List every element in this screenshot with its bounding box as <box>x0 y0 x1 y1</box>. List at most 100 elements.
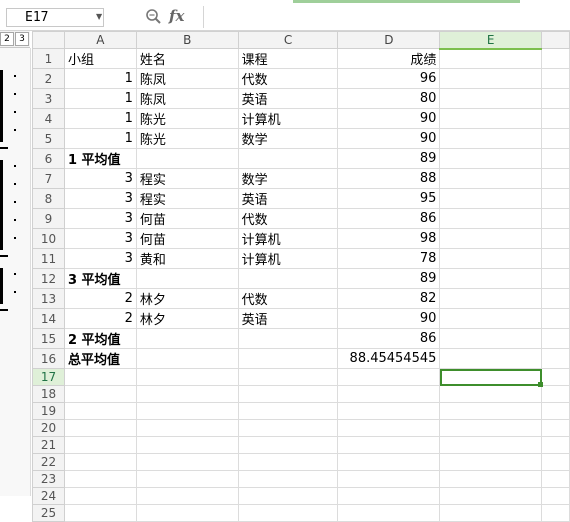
cell-a[interactable]: 2 平均值 <box>63 328 137 349</box>
row-header[interactable]: 6 <box>32 148 65 169</box>
row-header[interactable]: 18 <box>32 385 65 403</box>
cell-c[interactable] <box>237 268 339 289</box>
collapse-group-button[interactable] <box>0 255 8 257</box>
cell-c[interactable] <box>237 368 339 386</box>
cell-e[interactable] <box>439 168 543 189</box>
cell-f[interactable] <box>541 402 570 420</box>
cell-b[interactable] <box>135 504 239 522</box>
cell-a[interactable] <box>63 453 137 471</box>
cell-d[interactable]: 90 <box>337 108 441 129</box>
cell-b[interactable] <box>135 368 239 386</box>
cell-a[interactable]: 3 平均值 <box>63 268 137 289</box>
cell-d[interactable] <box>337 504 441 522</box>
cell-a[interactable] <box>63 385 137 403</box>
cell-b[interactable]: 程实 <box>135 188 239 209</box>
cell-b[interactable]: 林夕 <box>135 308 239 329</box>
cell-f[interactable] <box>541 148 570 169</box>
cell-c[interactable] <box>237 504 339 522</box>
cell-e[interactable] <box>439 453 543 471</box>
row-header[interactable]: 10 <box>32 228 65 249</box>
cell-e[interactable] <box>439 402 543 420</box>
cell-c[interactable]: 英语 <box>237 308 339 329</box>
cell-a[interactable] <box>63 436 137 454</box>
cell-f[interactable] <box>541 288 570 309</box>
cell-f[interactable] <box>541 419 570 437</box>
select-all-corner[interactable] <box>32 31 65 49</box>
cell-d[interactable] <box>337 419 441 437</box>
cell-f[interactable] <box>541 268 570 289</box>
cell-b[interactable]: 陈光 <box>135 128 239 149</box>
cell-c[interactable] <box>237 328 339 349</box>
cell-b[interactable] <box>135 436 239 454</box>
cell-e[interactable] <box>439 470 543 488</box>
cell-f[interactable] <box>541 308 570 329</box>
cell-c[interactable]: 代数 <box>237 68 339 89</box>
cell-d[interactable] <box>337 470 441 488</box>
cell-a[interactable] <box>63 470 137 488</box>
outline-level-3-button[interactable]: 3 <box>15 32 29 46</box>
cell-d[interactable]: 89 <box>337 268 441 289</box>
cell-c[interactable] <box>237 487 339 505</box>
cell-d[interactable]: 96 <box>337 68 441 89</box>
cell-f[interactable] <box>541 108 570 129</box>
cell-c[interactable] <box>237 419 339 437</box>
cell-d[interactable]: 98 <box>337 228 441 249</box>
cell-a[interactable]: 3 <box>63 208 137 229</box>
cell-b[interactable]: 程实 <box>135 168 239 189</box>
cell-a[interactable]: 3 <box>63 168 137 189</box>
cell-f[interactable] <box>541 487 570 505</box>
cell-b[interactable]: 陈凤 <box>135 68 239 89</box>
cell-c[interactable] <box>237 436 339 454</box>
cell-c[interactable]: 英语 <box>237 88 339 109</box>
collapse-group-button[interactable] <box>0 309 8 311</box>
cell-c[interactable]: 计算机 <box>237 248 339 269</box>
cell-a[interactable]: 1 <box>63 68 137 89</box>
cell-f[interactable] <box>541 385 570 403</box>
cell-e[interactable] <box>439 108 543 129</box>
cell-d[interactable] <box>337 453 441 471</box>
cell-b[interactable]: 林夕 <box>135 288 239 309</box>
cell-a[interactable]: 3 <box>63 248 137 269</box>
cell-e[interactable] <box>439 419 543 437</box>
cell-f[interactable] <box>541 48 570 69</box>
column-header-e[interactable]: E <box>439 31 543 50</box>
cell-c[interactable] <box>237 348 339 369</box>
cell-f[interactable] <box>541 208 570 229</box>
column-header-c[interactable]: C <box>237 31 339 49</box>
cell-b[interactable]: 姓名 <box>135 48 239 69</box>
collapse-group-button[interactable] <box>0 147 8 149</box>
cell-f[interactable] <box>541 188 570 209</box>
cell-a[interactable]: 3 <box>63 228 137 249</box>
cell-f[interactable] <box>541 328 570 349</box>
cell-e[interactable] <box>439 128 543 149</box>
cell-b[interactable]: 何苗 <box>135 208 239 229</box>
cell-e[interactable] <box>439 348 543 369</box>
row-header[interactable]: 12 <box>32 268 65 289</box>
fx-icon[interactable]: fx <box>169 7 184 25</box>
cell-d[interactable]: 88.45454545 <box>337 348 441 369</box>
cell-b[interactable] <box>135 419 239 437</box>
cell-d[interactable]: 95 <box>337 188 441 209</box>
cell-a[interactable]: 1 平均值 <box>63 148 137 169</box>
column-header-f[interactable] <box>541 31 570 49</box>
cell-f[interactable] <box>541 88 570 109</box>
cell-a[interactable] <box>63 419 137 437</box>
cell-f[interactable] <box>541 504 570 522</box>
row-header[interactable]: 16 <box>32 348 65 369</box>
row-header[interactable]: 14 <box>32 308 65 329</box>
cell-c[interactable]: 计算机 <box>237 108 339 129</box>
cell-e[interactable] <box>439 188 543 209</box>
cell-b[interactable]: 黄和 <box>135 248 239 269</box>
cell-c[interactable]: 数学 <box>237 168 339 189</box>
cell-e[interactable] <box>439 88 543 109</box>
cell-c[interactable] <box>237 385 339 403</box>
row-header[interactable]: 25 <box>32 504 65 522</box>
cell-c[interactable] <box>237 453 339 471</box>
cell-d[interactable]: 89 <box>337 148 441 169</box>
cell-c[interactable]: 课程 <box>237 48 339 69</box>
cell-e[interactable] <box>439 368 543 386</box>
cell-d[interactable]: 80 <box>337 88 441 109</box>
cell-e[interactable] <box>439 385 543 403</box>
cell-d[interactable]: 86 <box>337 328 441 349</box>
cell-a[interactable]: 1 <box>63 108 137 129</box>
